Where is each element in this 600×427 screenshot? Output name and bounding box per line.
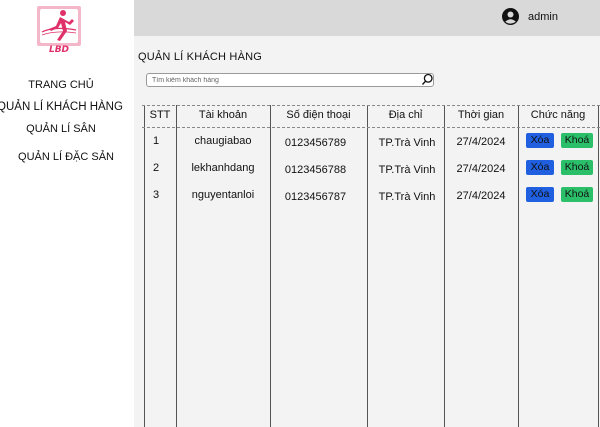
delete-button[interactable]: Xóa (526, 187, 554, 202)
sidebar-item-home[interactable]: TRANG CHỦ (0, 79, 128, 91)
column-header-address: Địa chỉ (388, 109, 423, 121)
cell-phone: 0123456788 (284, 164, 347, 176)
table-column-divider (444, 105, 445, 427)
cell-stt: 2 (152, 162, 160, 174)
cell-time: 27/4/2024 (456, 163, 506, 175)
search-icon[interactable] (421, 73, 434, 86)
sidebar: LBD TRANG CHỦ QUẢN LÍ KHÁCH HÀNG QUẢN LÍ… (0, 0, 134, 427)
column-header-actions: Chức năng (530, 109, 586, 121)
table-column-divider (367, 105, 368, 427)
user-avatar-icon[interactable] (502, 8, 519, 25)
search-input[interactable] (147, 74, 417, 86)
lock-button[interactable]: Khoá (561, 187, 593, 202)
top-bar: admin (134, 0, 600, 36)
sidebar-item-specialties[interactable]: QUẢN LÍ ĐẶC SẢN (0, 151, 133, 163)
table-column-divider (598, 105, 599, 427)
table-column-divider (144, 105, 145, 427)
customer-table: STT Tài khoản Số điện thoại Địa chỉ Thời… (142, 105, 600, 427)
table-column-divider (518, 105, 519, 427)
table-column-divider (270, 105, 271, 427)
cell-phone: 0123456787 (284, 191, 347, 203)
main-content: QUẢN LÍ KHÁCH HÀNG STT Tài khoản Số điện… (134, 36, 600, 427)
table-column-divider (176, 105, 177, 427)
cell-time: 27/4/2024 (456, 136, 506, 148)
username-label[interactable]: admin (528, 11, 558, 23)
delete-button[interactable]: Xóa (526, 160, 554, 175)
svg-text:LBD: LBD (49, 45, 70, 54)
cell-account: lekhanhdang (191, 162, 255, 174)
cell-stt: 1 (152, 135, 160, 147)
cell-account: chaugiabao (194, 135, 252, 147)
lock-button[interactable]: Khoá (561, 160, 593, 175)
page-title: QUẢN LÍ KHÁCH HÀNG (138, 51, 263, 63)
sidebar-item-fields[interactable]: QUẢN LÍ SÂN (0, 123, 128, 135)
cell-phone: 0123456789 (284, 137, 347, 149)
cell-time: 27/4/2024 (456, 190, 506, 202)
cell-address: TP.Trà Vinh (378, 137, 436, 149)
cell-account: nguyentanloi (191, 189, 255, 201)
column-header-account: Tài khoản (198, 109, 248, 121)
cell-address: TP.Trà Vinh (378, 164, 436, 176)
column-header-time: Thời gian (457, 109, 505, 121)
column-header-stt: STT (149, 109, 171, 121)
cell-stt: 3 (152, 189, 160, 201)
delete-button[interactable]: Xóa (526, 133, 554, 148)
runner-logo-icon[interactable]: LBD (36, 4, 82, 55)
table-header-divider (142, 127, 600, 128)
lock-button[interactable]: Khoá (561, 133, 593, 148)
sidebar-item-customers[interactable]: QUẢN LÍ KHÁCH HÀNG (0, 101, 127, 113)
column-header-phone: Số điện thoại (286, 109, 351, 121)
cell-address: TP.Trà Vinh (378, 191, 436, 203)
search-box (146, 73, 434, 87)
table-header-border (142, 105, 600, 106)
